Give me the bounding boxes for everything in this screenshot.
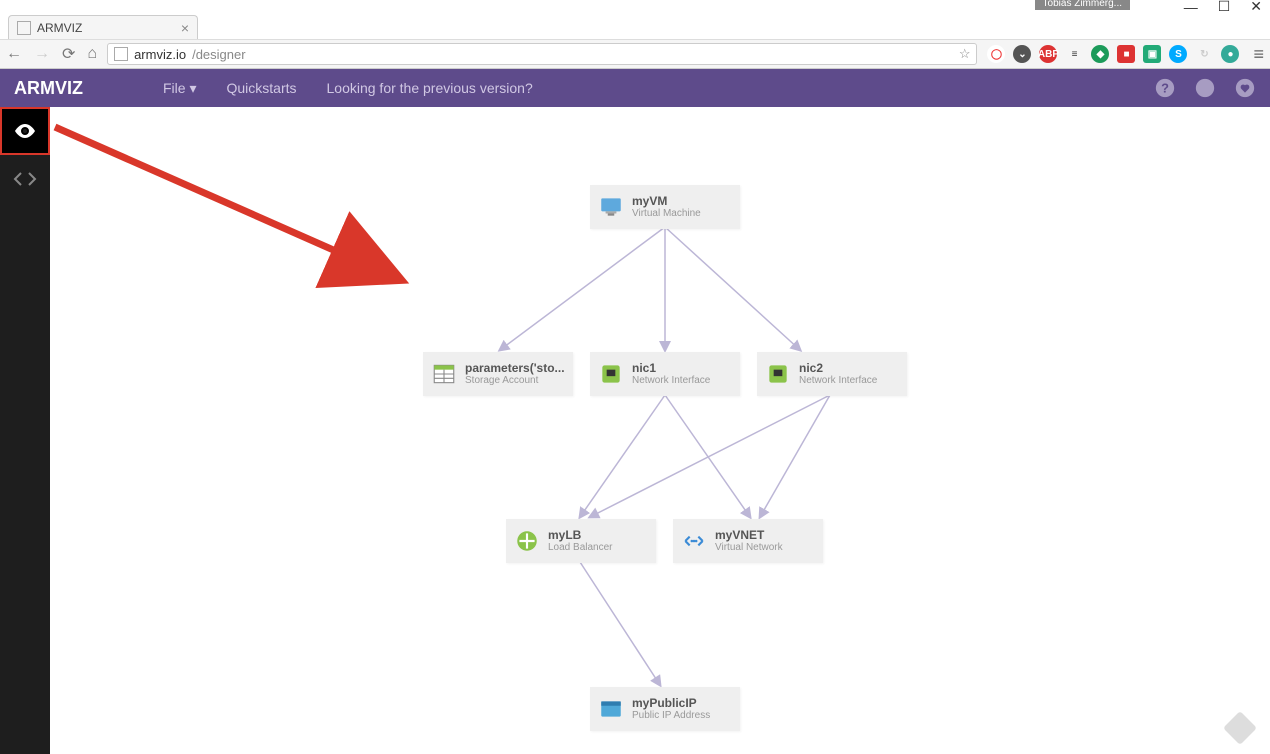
node-storage[interactable]: parameters('sto...Storage Account: [423, 352, 573, 396]
skype-icon[interactable]: S: [1169, 45, 1187, 63]
window-title-bar: Tobias Zimmerg... — ☐ ✕: [0, 0, 1270, 12]
designer-canvas[interactable]: myVMVirtual Machine parameters('sto...St…: [50, 107, 1270, 754]
menu-quickstarts[interactable]: Quickstarts: [226, 80, 296, 97]
browser-tab[interactable]: ARMVIZ ×: [8, 15, 198, 39]
buffer-icon[interactable]: ≡: [1065, 45, 1083, 63]
virtual-machine-icon: [598, 194, 624, 220]
load-balancer-icon: [514, 528, 540, 554]
bookmark-star-icon[interactable]: ☆: [959, 46, 971, 62]
extension-icon[interactable]: ▣: [1143, 45, 1161, 63]
grammarly-icon[interactable]: ◆: [1091, 45, 1109, 63]
reload-button[interactable]: ⟳: [62, 44, 75, 64]
node-subtitle: Virtual Machine: [632, 208, 701, 219]
heart-icon[interactable]: [1234, 77, 1256, 99]
sidebar: [0, 107, 50, 754]
node-title: myPublicIP: [632, 697, 710, 710]
node-title: myLB: [548, 529, 613, 542]
node-vnet[interactable]: myVNETVirtual Network: [673, 519, 823, 563]
ublock-icon[interactable]: ◯: [987, 45, 1005, 63]
node-title: myVM: [632, 195, 701, 208]
node-nic1[interactable]: nic1Network Interface: [590, 352, 740, 396]
node-title: parameters('sto...: [465, 362, 565, 375]
address-bar[interactable]: armviz.io/designer ☆: [107, 43, 977, 65]
home-button[interactable]: ⌂: [87, 45, 97, 63]
network-interface-icon: [598, 361, 624, 387]
node-subtitle: Public IP Address: [632, 710, 710, 721]
node-subtitle: Virtual Network: [715, 542, 783, 553]
forward-button[interactable]: →: [34, 45, 50, 63]
code-tab[interactable]: [0, 155, 50, 203]
network-interface-icon: [765, 361, 791, 387]
svg-text:?: ?: [1161, 81, 1169, 96]
public-ip-icon: [598, 696, 624, 722]
pocket-icon[interactable]: ⌄: [1013, 45, 1031, 63]
node-vm[interactable]: myVMVirtual Machine: [590, 185, 740, 229]
node-subtitle: Network Interface: [632, 375, 710, 386]
page-icon: [17, 21, 31, 35]
node-title: myVNET: [715, 529, 783, 542]
eye-icon: [13, 119, 37, 143]
node-subtitle: Load Balancer: [548, 542, 613, 553]
node-lb[interactable]: myLBLoad Balancer: [506, 519, 656, 563]
node-pip[interactable]: myPublicIPPublic IP Address: [590, 687, 740, 731]
chrome-menu-button[interactable]: ≡: [1253, 44, 1264, 65]
back-button[interactable]: ←: [6, 45, 22, 63]
brand-logo[interactable]: ARMVIZ: [14, 78, 83, 99]
github-icon[interactable]: [1194, 77, 1216, 99]
node-subtitle: Network Interface: [799, 375, 877, 386]
sync-icon[interactable]: ↻: [1195, 45, 1213, 63]
help-icon[interactable]: ?: [1154, 77, 1176, 99]
profile-badge[interactable]: Tobias Zimmerg...: [1035, 0, 1130, 10]
app-header: ARMVIZ File ▾ Quickstarts Looking for th…: [0, 69, 1270, 107]
browser-toolbar: ← → ⟳ ⌂ armviz.io/designer ☆ ◯ ⌄ ABP ≡ ◆…: [0, 39, 1270, 69]
page-icon: [114, 47, 128, 61]
window-close-button[interactable]: ✕: [1250, 0, 1262, 15]
node-subtitle: Storage Account: [465, 375, 565, 386]
adblock-icon[interactable]: ABP: [1039, 45, 1057, 63]
node-title: nic1: [632, 362, 710, 375]
node-title: nic2: [799, 362, 877, 375]
storage-account-icon: [431, 361, 457, 387]
url-path: /designer: [192, 47, 245, 62]
code-icon: [13, 167, 37, 191]
window-maximize-button[interactable]: ☐: [1218, 0, 1231, 15]
chevron-down-icon: ▾: [189, 80, 196, 96]
node-nic2[interactable]: nic2Network Interface: [757, 352, 907, 396]
browser-tab-strip: ARMVIZ ×: [0, 12, 1270, 39]
window-minimize-button[interactable]: —: [1184, 0, 1198, 15]
extension-icons: ◯ ⌄ ABP ≡ ◆ ■ ▣ S ↻ ●: [987, 45, 1239, 63]
view-tab[interactable]: [0, 107, 50, 155]
tab-close-button[interactable]: ×: [181, 20, 189, 36]
lastpass-icon[interactable]: ■: [1117, 45, 1135, 63]
tab-title: ARMVIZ: [37, 21, 82, 35]
menu-file[interactable]: File ▾: [163, 80, 196, 97]
virtual-network-icon: [681, 528, 707, 554]
menu-previous-version[interactable]: Looking for the previous version?: [327, 80, 533, 97]
globe-icon[interactable]: ●: [1221, 45, 1239, 63]
url-host: armviz.io: [134, 47, 186, 62]
